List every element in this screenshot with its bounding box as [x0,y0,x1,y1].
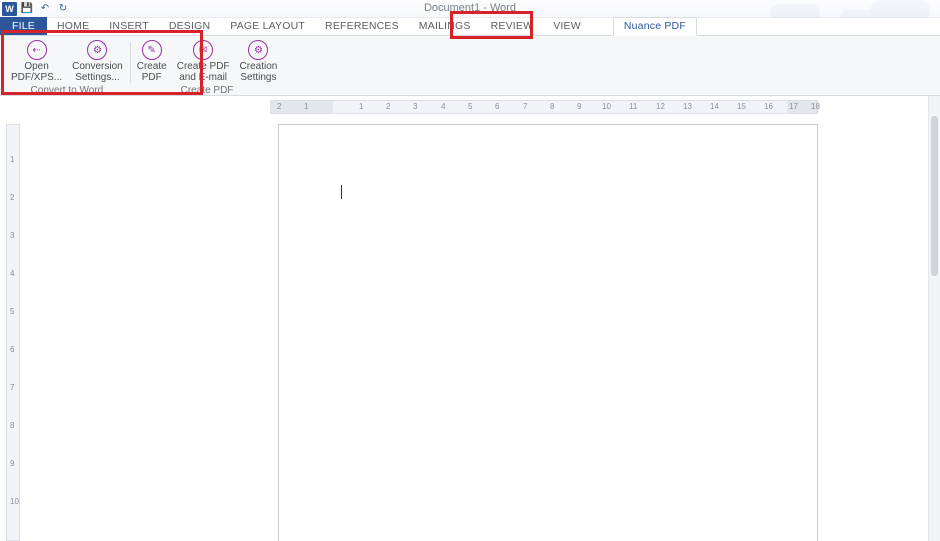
ribbon-group-convert-to-word: ⇠ Open PDF/XPS... ⚙ Conversion Settings.… [4,38,130,95]
create-pdf-button[interactable]: ✎ Create PDF [134,38,170,85]
document-workspace: 2 1 1 2 3 4 5 6 7 8 9 10 11 12 13 14 15 … [0,96,940,541]
creation-settings-icon: ⚙ [248,40,268,60]
title-bar: W 💾 ↶ ↻ Document1 - Word [0,0,940,18]
word-app-icon: W [2,2,17,16]
document-page[interactable] [278,124,818,541]
text-cursor [341,185,342,199]
tab-view[interactable]: VIEW [543,18,591,35]
create-pdf-and-email-button[interactable]: ✉ Create PDF and E-mail [174,38,233,85]
creation-settings-label: Creation Settings [240,62,278,83]
ribbon: ⇠ Open PDF/XPS... ⚙ Conversion Settings.… [0,36,940,96]
open-pdf-icon: ⇠ [27,40,47,60]
tab-nuance-pdf[interactable]: Nuance PDF [613,17,697,36]
ribbon-tab-bar: FILE HOME INSERT DESIGN PAGE LAYOUT REFE… [0,18,940,36]
create-pdf-label: Create PDF [137,62,167,83]
creation-settings-button[interactable]: ⚙ Creation Settings [237,38,281,85]
ribbon-group-create-pdf: ✎ Create PDF ✉ Create PDF and E-mail ⚙ C… [130,38,285,95]
tab-design[interactable]: DESIGN [159,18,220,35]
vertical-scrollbar[interactable] [928,96,940,541]
vertical-ruler[interactable]: 1 2 3 4 5 6 7 8 9 10 [6,124,20,541]
tab-review[interactable]: REVIEW [481,18,544,35]
create-pdf-email-label: Create PDF and E-mail [177,62,230,83]
undo-button[interactable]: ↶ [37,1,53,16]
tab-mailings[interactable]: MAILINGS [409,18,481,35]
tab-references[interactable]: REFERENCES [315,18,409,35]
horizontal-ruler[interactable]: 2 1 1 2 3 4 5 6 7 8 9 10 11 12 13 14 15 … [270,100,818,114]
redo-button[interactable]: ↻ [55,1,71,16]
create-pdf-email-icon: ✉ [193,40,213,60]
tab-page-layout[interactable]: PAGE LAYOUT [220,18,315,35]
tab-file[interactable]: FILE [0,17,47,35]
tab-insert[interactable]: INSERT [99,18,159,35]
open-pdf-label: Open PDF/XPS... [11,62,62,83]
conversion-settings-button[interactable]: ⚙ Conversion Settings... [69,38,126,85]
tab-home[interactable]: HOME [47,18,99,35]
scrollbar-thumb[interactable] [931,116,938,276]
open-pdf-xps-button[interactable]: ⇠ Open PDF/XPS... [8,38,65,85]
conversion-settings-icon: ⚙ [87,40,107,60]
document-title: Document1 - Word [424,2,516,14]
conversion-settings-label: Conversion Settings... [72,62,123,83]
quick-access-toolbar: W 💾 ↶ ↻ [2,1,71,16]
create-pdf-icon: ✎ [142,40,162,60]
save-button[interactable]: 💾 [19,1,35,16]
